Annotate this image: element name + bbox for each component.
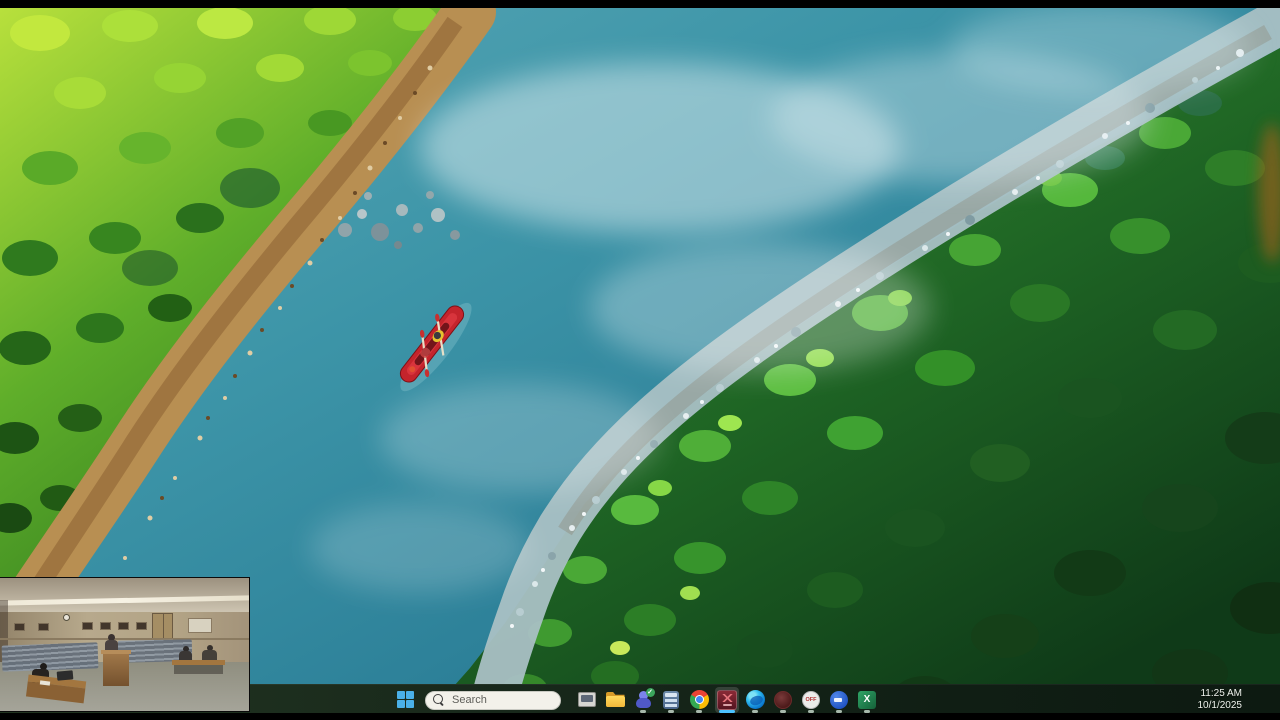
chamber-door bbox=[152, 613, 173, 639]
audience-chairs-left bbox=[1, 642, 99, 672]
podium bbox=[101, 650, 131, 686]
on-off-icon: OFF bbox=[802, 690, 820, 709]
taskbar-clock[interactable]: 11:25 AM 10/1/2025 bbox=[1198, 688, 1243, 712]
wall-clock bbox=[63, 614, 70, 621]
wall-picture bbox=[100, 622, 111, 630]
taskbar-app-teams[interactable]: ✓ bbox=[631, 687, 655, 713]
room-ceiling bbox=[0, 578, 249, 612]
wall-picture bbox=[136, 622, 147, 630]
taskbar-app-meeting[interactable] bbox=[827, 687, 851, 713]
laptop bbox=[56, 670, 74, 681]
wall-picture bbox=[118, 622, 129, 630]
taskbar-app-recorder[interactable] bbox=[771, 687, 795, 713]
folder-icon bbox=[605, 692, 625, 707]
computer-icon bbox=[578, 692, 596, 707]
wall-picture bbox=[38, 623, 49, 631]
taskbar-app-chrome[interactable] bbox=[687, 687, 711, 713]
meeting-app-icon bbox=[830, 690, 848, 709]
recorder-icon bbox=[774, 690, 792, 709]
taskbar-app-file-explorer[interactable] bbox=[603, 687, 627, 713]
taskbar-search bbox=[425, 690, 561, 710]
whiteboard bbox=[188, 618, 212, 633]
start-button[interactable] bbox=[393, 687, 417, 713]
search-icon bbox=[433, 694, 443, 704]
calculator-icon bbox=[663, 690, 679, 709]
pip-video-overlay[interactable] bbox=[0, 577, 250, 712]
clock-time: 11:25 AM bbox=[1200, 687, 1242, 699]
excel-icon: X bbox=[858, 690, 876, 709]
windows-logo-icon bbox=[396, 691, 414, 708]
edge-icon bbox=[745, 690, 765, 709]
taskbar-app-excel[interactable]: X bbox=[855, 687, 879, 713]
taskbar-app-this-pc[interactable] bbox=[575, 687, 599, 713]
presence-check-icon: ✓ bbox=[645, 688, 655, 697]
taskbar-app-broadcast[interactable] bbox=[715, 686, 739, 713]
taskbar-app-onoff[interactable]: OFF bbox=[799, 687, 823, 713]
broadcast-app-icon bbox=[717, 689, 737, 710]
chrome-icon bbox=[689, 690, 709, 709]
teams-icon: ✓ bbox=[634, 688, 655, 708]
wall-picture bbox=[82, 622, 93, 630]
wall-picture bbox=[14, 623, 25, 631]
clock-date: 10/1/2025 bbox=[1197, 699, 1243, 711]
search-input[interactable] bbox=[425, 690, 561, 710]
taskbar-app-edge[interactable] bbox=[743, 687, 767, 713]
taskbar-app-calculator[interactable] bbox=[659, 687, 683, 713]
officials-table bbox=[172, 660, 225, 674]
